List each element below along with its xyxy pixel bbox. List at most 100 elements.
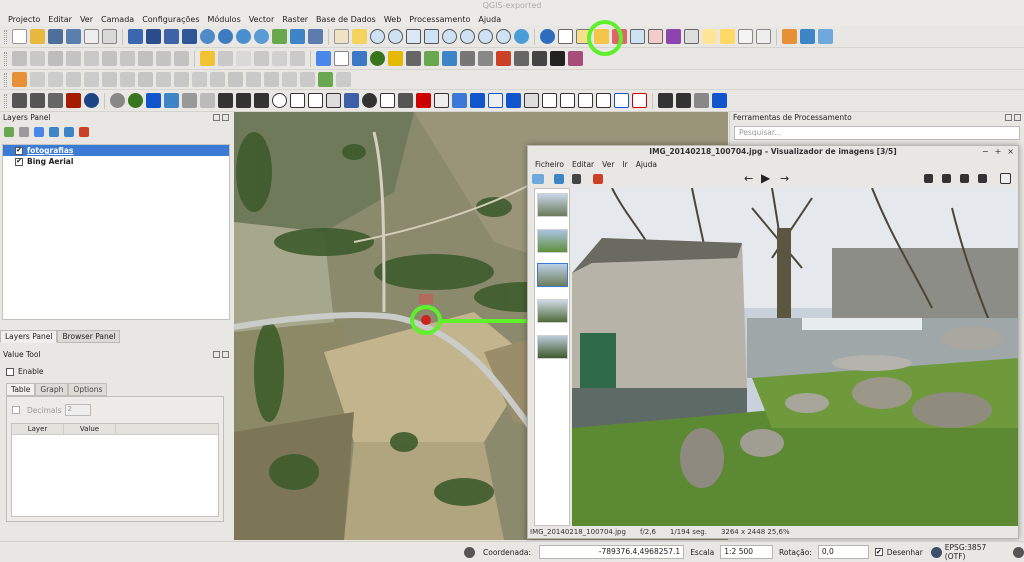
corner-red-icon[interactable] bbox=[632, 93, 647, 108]
save-icon[interactable] bbox=[554, 174, 564, 184]
next-icon[interactable]: → bbox=[780, 172, 789, 185]
filter-icon[interactable] bbox=[34, 127, 44, 137]
tab-graph[interactable]: Graph bbox=[35, 383, 69, 396]
add-ring-icon[interactable] bbox=[102, 72, 117, 87]
checkbox-box[interactable] bbox=[6, 367, 14, 376]
grass-icon[interactable] bbox=[442, 51, 457, 66]
layer-style-icon[interactable] bbox=[4, 127, 14, 137]
float-icon[interactable] bbox=[1005, 114, 1012, 121]
trace-icon[interactable] bbox=[182, 93, 197, 108]
history-icon[interactable] bbox=[406, 51, 421, 66]
merge-features-icon[interactable] bbox=[264, 72, 279, 87]
move-feature-icon[interactable] bbox=[84, 51, 99, 66]
layout-icon[interactable] bbox=[550, 51, 565, 66]
split-features-icon[interactable] bbox=[228, 72, 243, 87]
parallel-icon[interactable] bbox=[488, 93, 503, 108]
viewer-menu-ver[interactable]: Ver bbox=[598, 160, 618, 169]
delete-selected-icon[interactable] bbox=[120, 51, 135, 66]
corner-icon[interactable] bbox=[614, 93, 629, 108]
layer-checkbox[interactable]: ✔ bbox=[15, 157, 23, 166]
delete-red-icon[interactable] bbox=[416, 93, 431, 108]
add-vector-icon[interactable] bbox=[272, 29, 287, 44]
simplify-icon[interactable] bbox=[84, 72, 99, 87]
zoom-in-icon[interactable] bbox=[370, 29, 385, 44]
print-composer-icon[interactable] bbox=[84, 29, 99, 44]
tab-table[interactable]: Table bbox=[6, 383, 36, 396]
identify-icon[interactable] bbox=[540, 29, 555, 44]
zoom-out-icon[interactable] bbox=[388, 29, 403, 44]
thumbnail-3[interactable] bbox=[537, 263, 568, 287]
scale-icon[interactable] bbox=[452, 93, 467, 108]
label-move-icon[interactable] bbox=[254, 51, 269, 66]
zoom-selection-icon[interactable] bbox=[442, 29, 457, 44]
db-manager-icon[interactable] bbox=[316, 51, 331, 66]
split-parts-icon[interactable] bbox=[246, 72, 261, 87]
fill-ring-icon[interactable] bbox=[138, 72, 153, 87]
open-project-icon[interactable] bbox=[30, 29, 45, 44]
save-as-icon[interactable] bbox=[66, 29, 81, 44]
photo-viewer-icon[interactable] bbox=[558, 29, 573, 44]
coordinate-toggle-icon[interactable] bbox=[464, 546, 475, 558]
globe-icon[interactable] bbox=[200, 29, 215, 44]
attribute-table-icon[interactable] bbox=[630, 29, 645, 44]
zoom-next-icon[interactable] bbox=[496, 29, 511, 44]
add-group-icon[interactable] bbox=[19, 127, 29, 137]
layer-checkbox[interactable]: ✔ bbox=[15, 146, 23, 155]
rotate-feature-icon[interactable] bbox=[66, 72, 81, 87]
processing-gear-icon[interactable] bbox=[370, 51, 385, 66]
trash-icon[interactable] bbox=[572, 174, 581, 184]
field-calculator-icon[interactable] bbox=[612, 29, 627, 44]
close-icon[interactable]: × bbox=[1007, 146, 1014, 158]
triangle-icon[interactable] bbox=[542, 93, 557, 108]
undo-icon[interactable] bbox=[30, 72, 45, 87]
column-value[interactable]: Value bbox=[64, 424, 116, 434]
folder-icon[interactable] bbox=[532, 174, 544, 184]
python-icon[interactable] bbox=[352, 51, 367, 66]
toolbar-grip[interactable] bbox=[4, 29, 7, 44]
expand-all-icon[interactable] bbox=[49, 127, 59, 137]
menu-projecto[interactable]: Projecto bbox=[4, 15, 44, 24]
gps-icon[interactable] bbox=[146, 93, 161, 108]
fullscreen-icon[interactable] bbox=[1000, 173, 1011, 184]
pan-hand-icon[interactable] bbox=[334, 29, 349, 44]
crs-globe-icon[interactable] bbox=[930, 546, 942, 558]
composer-manager-icon[interactable] bbox=[102, 29, 117, 44]
lock-icon[interactable] bbox=[326, 93, 341, 108]
overview-icon[interactable] bbox=[712, 93, 727, 108]
sum-icon[interactable] bbox=[666, 29, 681, 44]
map-tips-icon[interactable] bbox=[702, 29, 717, 44]
reshape-icon[interactable] bbox=[192, 72, 207, 87]
label-rotate-icon[interactable] bbox=[272, 51, 287, 66]
refresh-icon[interactable] bbox=[514, 29, 529, 44]
thumbnail-2[interactable] bbox=[537, 229, 568, 253]
angle-icon[interactable] bbox=[560, 93, 575, 108]
polyline-icon[interactable] bbox=[218, 93, 233, 108]
decimals-spinbox[interactable]: 2 bbox=[64, 404, 91, 416]
style-manager-icon[interactable] bbox=[782, 29, 797, 44]
bookmark-icon[interactable] bbox=[720, 29, 735, 44]
viewer-menu-ajuda[interactable]: Ajuda bbox=[632, 160, 661, 169]
toolbar-grip[interactable] bbox=[4, 72, 7, 87]
new-project-icon[interactable] bbox=[12, 29, 27, 44]
arc-tool-icon[interactable] bbox=[578, 93, 593, 108]
current-edits-icon[interactable] bbox=[12, 51, 27, 66]
coordinate-field[interactable]: -789376.4,4968257.1 bbox=[538, 545, 685, 559]
layer-bing-aerial[interactable]: ✔ Bing Aerial bbox=[3, 156, 229, 167]
close-icon[interactable] bbox=[222, 351, 229, 358]
crs-label[interactable]: EPSG:3857 (OTF) bbox=[945, 543, 1005, 561]
curve-icon[interactable] bbox=[254, 93, 269, 108]
paste-features-icon[interactable] bbox=[174, 51, 189, 66]
rotate-symbols-icon[interactable] bbox=[300, 72, 315, 87]
menu-processamento[interactable]: Processamento bbox=[405, 15, 474, 24]
bug-icon[interactable] bbox=[66, 93, 81, 108]
sigma-icon[interactable] bbox=[568, 51, 583, 66]
add-raster-icon[interactable] bbox=[290, 29, 305, 44]
enable-checkbox[interactable]: Enable bbox=[6, 367, 44, 376]
spiral-icon[interactable] bbox=[506, 93, 521, 108]
globe-3d-icon[interactable] bbox=[128, 93, 143, 108]
zoom-normal-icon[interactable] bbox=[960, 174, 969, 183]
close-icon[interactable] bbox=[1014, 114, 1021, 121]
layer-fotografias[interactable]: ✔ fotografias bbox=[3, 145, 229, 156]
play-icon[interactable]: ▶ bbox=[761, 171, 770, 185]
menu-web[interactable]: Web bbox=[380, 15, 405, 24]
